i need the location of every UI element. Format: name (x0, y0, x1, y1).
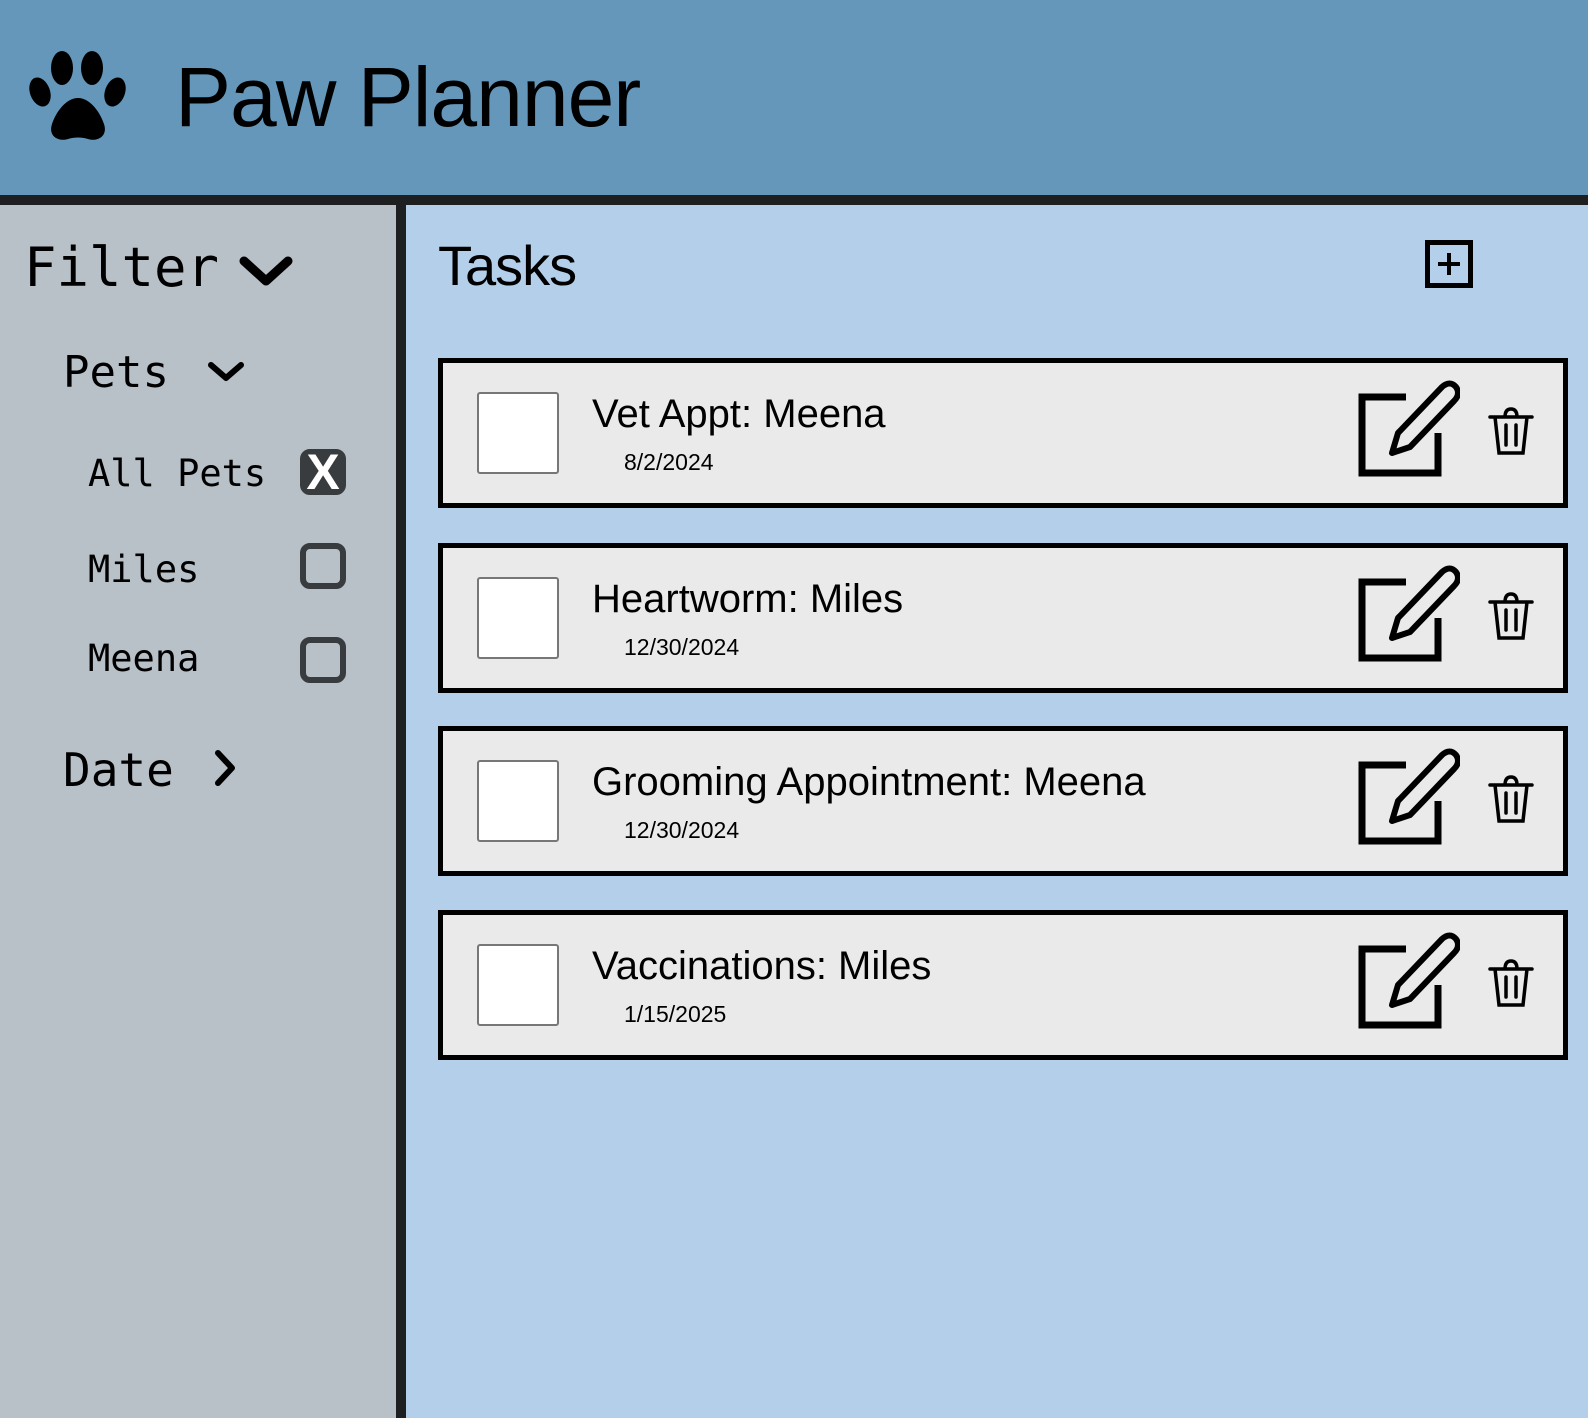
tasks-heading: Tasks (438, 234, 577, 297)
checkbox-mark: X (306, 444, 340, 500)
add-task-button[interactable] (1425, 240, 1473, 288)
edit-icon[interactable] (1356, 929, 1460, 1033)
header-divider (0, 195, 1588, 205)
task-title: Heartworm: Miles (592, 577, 904, 621)
chevron-right-icon[interactable] (210, 748, 240, 788)
task-card: Vet Appt: Meena 8/2/2024 (438, 358, 1568, 508)
edit-icon[interactable] (1356, 562, 1460, 666)
task-complete-checkbox[interactable] (477, 760, 559, 842)
trash-icon[interactable] (1487, 957, 1535, 1009)
pet-filter-all-label: All Pets (88, 452, 267, 495)
sidebar-divider (396, 205, 406, 1418)
pets-filter-label[interactable]: Pets (63, 347, 169, 399)
task-complete-checkbox[interactable] (477, 944, 559, 1026)
chevron-down-icon[interactable] (238, 255, 294, 287)
pet-filter-all-checkbox[interactable]: X (300, 447, 346, 497)
task-title: Vet Appt: Meena (592, 392, 886, 436)
edit-icon[interactable] (1356, 745, 1460, 849)
trash-icon[interactable] (1487, 590, 1535, 642)
chevron-down-icon[interactable] (206, 360, 246, 384)
pet-filter-meena-checkbox[interactable] (300, 637, 346, 683)
task-date: 12/30/2024 (624, 634, 740, 660)
paw-icon (29, 51, 126, 140)
task-title: Grooming Appointment: Meena (592, 760, 1146, 804)
task-title: Vaccinations: Miles (592, 944, 932, 988)
edit-icon[interactable] (1356, 377, 1460, 481)
task-card: Grooming Appointment: Meena 12/30/2024 (438, 726, 1568, 876)
filter-sidebar (0, 205, 396, 1418)
task-card: Vaccinations: Miles 1/15/2025 (438, 910, 1568, 1060)
task-date: 8/2/2024 (624, 449, 714, 475)
pet-filter-meena-label: Meena (88, 637, 200, 680)
pet-filter-miles-label: Miles (88, 548, 200, 591)
task-date: 1/15/2025 (624, 1001, 727, 1027)
app-title: Paw Planner (175, 50, 641, 144)
date-filter-label[interactable]: Date (63, 743, 174, 797)
task-complete-checkbox[interactable] (477, 577, 559, 659)
trash-icon[interactable] (1487, 405, 1535, 457)
task-card: Heartworm: Miles 12/30/2024 (438, 543, 1568, 693)
pet-filter-miles-checkbox[interactable] (300, 543, 346, 589)
filter-toggle-label[interactable]: Filter (24, 236, 219, 300)
trash-icon[interactable] (1487, 773, 1535, 825)
task-complete-checkbox[interactable] (477, 392, 559, 474)
task-date: 12/30/2024 (624, 817, 740, 843)
